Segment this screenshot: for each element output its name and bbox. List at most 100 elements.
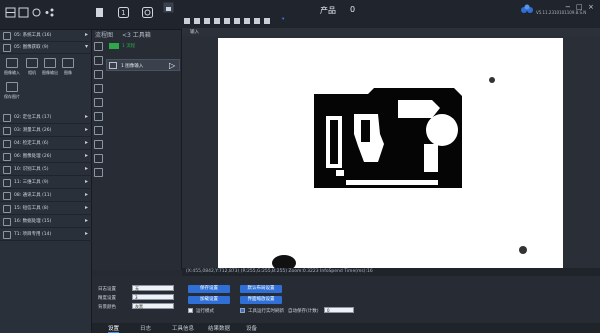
- play-icon[interactable]: ▷: [169, 61, 175, 70]
- chevron-right-icon: ▸: [84, 126, 88, 133]
- auto-save-label: 自动保存(计数): [288, 309, 319, 314]
- bg-color-label: 背景颜色: [98, 305, 116, 310]
- settings-panel: 日志设置 无 精度设置 3 背景颜色 灰黑 保存设置 默认布局设置 加载设置 界…: [92, 276, 600, 323]
- svg-text:1: 1: [121, 9, 125, 17]
- pen-icon[interactable]: [94, 126, 103, 135]
- category-data[interactable]: 16: 数据处理 (15) ▸: [0, 216, 92, 228]
- settings-icon[interactable]: [31, 7, 42, 18]
- chevron-right-icon: ▸: [84, 152, 88, 159]
- tag-icon[interactable]: [94, 112, 103, 121]
- display-mode-select[interactable]: ▾: [282, 17, 284, 22]
- tab-toolbox[interactable]: <3 工具箱: [122, 30, 151, 39]
- tool-category-panel: 05: 系统工具 (16) ▸ 05: 图像获取 (9) ▾ 图像输入 相机 图像输…: [0, 30, 92, 333]
- category-check[interactable]: 04: 检定工具 (6) ▸: [0, 138, 92, 150]
- add-circle-icon[interactable]: [94, 56, 103, 65]
- run-mode-checkbox[interactable]: [188, 308, 193, 313]
- log-select[interactable]: 无: [132, 285, 174, 291]
- text-icon[interactable]: [94, 154, 103, 163]
- category-locate[interactable]: 02: 定位工具 (17) ▸: [0, 112, 92, 124]
- folder-icon: [3, 32, 11, 40]
- image-view-title: 输入: [182, 28, 600, 36]
- tab-tool-info[interactable]: 工具信息: [172, 324, 194, 332]
- minimize-icon[interactable]: −: [565, 3, 571, 11]
- data-icon: [3, 218, 11, 226]
- list-icon[interactable]: [94, 7, 105, 18]
- layers-icon[interactable]: [94, 168, 103, 177]
- grid-icon[interactable]: [5, 7, 16, 18]
- chevron-right-icon: ▸: [84, 178, 88, 185]
- image-icon: [62, 58, 74, 68]
- share-icon[interactable]: [44, 7, 55, 18]
- cube-icon: [3, 179, 11, 187]
- recognize-icon: [3, 166, 11, 174]
- tab-settings[interactable]: 设置: [108, 324, 120, 333]
- load-settings-button[interactable]: 加载设置: [188, 296, 230, 304]
- default-layout-button[interactable]: 默认布局设置: [240, 285, 282, 293]
- process-icon: [3, 153, 11, 161]
- project-icon: [3, 231, 11, 239]
- image-toolbar: ▾: [182, 14, 600, 28]
- add-icon[interactable]: [94, 42, 103, 51]
- chevron-down-icon: ▾: [84, 43, 88, 50]
- chevron-right-icon: ▸: [84, 191, 88, 198]
- image-tool-icons[interactable]: [184, 16, 314, 26]
- category-process[interactable]: 06: 图像处理 (26) ▸: [0, 151, 92, 163]
- category-message[interactable]: 15: 短信工具 (8) ▸: [0, 203, 92, 215]
- camera-icon: [3, 44, 11, 52]
- category-recognize[interactable]: 10: 识别工具 (5) ▸: [0, 164, 92, 176]
- close-icon[interactable]: ×: [588, 3, 594, 11]
- flow-panel: 流程图 <3 工具箱 1 流程 1 图像输入 ▷: [92, 30, 182, 270]
- camera-icon: [26, 58, 38, 68]
- process-title: 1 流程: [122, 44, 136, 49]
- category-system[interactable]: 05: 系统工具 (16) ▸: [0, 30, 92, 42]
- process-header: [109, 43, 119, 49]
- tool-image-input[interactable]: 图像输入: [4, 58, 20, 80]
- image-tool-icon[interactable]: [94, 70, 103, 79]
- tool-save-image[interactable]: 保存图片: [4, 82, 20, 104]
- log-label: 日志设置: [98, 287, 116, 292]
- ruler-icon: [3, 127, 11, 135]
- auto-save-input[interactable]: 0: [324, 307, 354, 313]
- target-icon[interactable]: [94, 140, 103, 149]
- save-image-icon: [6, 82, 18, 92]
- chevron-right-icon: ▸: [84, 217, 88, 224]
- brand-logo-icon: [520, 4, 534, 14]
- image-view: [182, 36, 600, 269]
- image-status-bar: (X:455,0842,Y:712,873) (R:255,G:255,B:25…: [182, 268, 600, 276]
- tool-image[interactable]: 图像: [60, 58, 76, 80]
- tab-result-data[interactable]: 结果数据: [208, 324, 230, 332]
- tool-image-output[interactable]: 图像输出: [42, 58, 58, 80]
- run-once-icon[interactable]: 1: [118, 7, 129, 18]
- category-comm[interactable]: 08: 通讯工具 (11) ▸: [0, 190, 92, 202]
- category-measure[interactable]: 03: 测量工具 (26) ▸: [0, 125, 92, 137]
- save-settings-button[interactable]: 保存设置: [188, 285, 230, 293]
- scale-settings-button[interactable]: 界面缩放设置: [240, 296, 282, 304]
- product-count: 0: [350, 5, 356, 14]
- tab-log[interactable]: 日志: [140, 324, 151, 332]
- edit-icon[interactable]: [94, 98, 103, 107]
- crop-icon[interactable]: [94, 84, 103, 93]
- bg-color-select[interactable]: 灰黑: [132, 303, 174, 309]
- flow-node[interactable]: 1 图像输入 ▷: [106, 59, 180, 71]
- image-input-icon: [109, 62, 117, 69]
- run-loop-icon[interactable]: [142, 7, 153, 18]
- chevron-right-icon: ▸: [84, 204, 88, 211]
- image-canvas[interactable]: [218, 38, 563, 268]
- save-icon[interactable]: [18, 7, 29, 18]
- precision-label: 精度设置: [98, 296, 116, 301]
- image-input-icon: [6, 58, 18, 68]
- bottom-tab-bar: 设置 日志 工具信息 结果数据 设备: [92, 323, 600, 333]
- realtime-checkbox[interactable]: [240, 308, 245, 313]
- category-3d[interactable]: 11: 三维工具 (9) ▸: [0, 177, 92, 189]
- precision-input[interactable]: 3: [132, 294, 174, 300]
- tab-device[interactable]: 设备: [246, 324, 257, 332]
- tool-camera[interactable]: 相机: [24, 58, 40, 80]
- maximize-icon[interactable]: □: [576, 3, 583, 11]
- chevron-right-icon: ▸: [84, 230, 88, 237]
- tab-process[interactable]: 流程图: [95, 30, 113, 39]
- comm-icon: [3, 192, 11, 200]
- category-project[interactable]: T1: 项目专用 (14) ▸: [0, 229, 92, 241]
- category-acquire[interactable]: 05: 图像获取 (9) ▾: [0, 42, 92, 54]
- lock-icon[interactable]: [163, 2, 174, 13]
- locate-icon: [3, 114, 11, 122]
